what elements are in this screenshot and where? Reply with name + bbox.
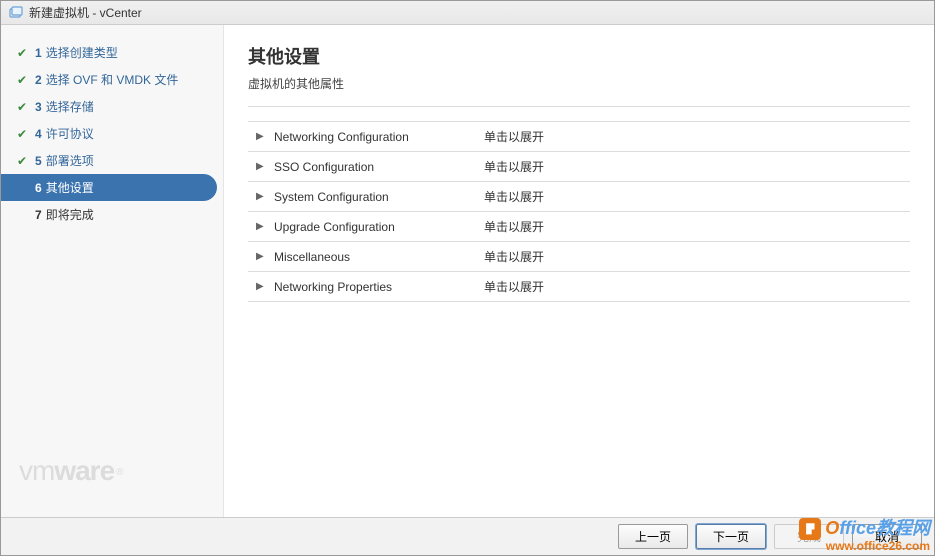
step-label: 其他设置 bbox=[46, 179, 94, 196]
expand-hint: 单击以展开 bbox=[484, 278, 544, 295]
expand-hint: 单击以展开 bbox=[484, 248, 544, 265]
expand-hint: 单击以展开 bbox=[484, 158, 544, 175]
vmware-logo: vmware® bbox=[1, 437, 223, 517]
section-upgrade-configuration[interactable]: ▶ Upgrade Configuration 单击以展开 bbox=[248, 212, 910, 242]
step-label: 选择存储 bbox=[46, 98, 94, 115]
step-label: 许可协议 bbox=[46, 125, 94, 142]
section-miscellaneous[interactable]: ▶ Miscellaneous 单击以展开 bbox=[248, 242, 910, 272]
divider bbox=[248, 106, 910, 107]
next-button[interactable]: 下一页 bbox=[696, 524, 766, 549]
chevron-right-icon: ▶ bbox=[256, 191, 266, 202]
section-label: System Configuration bbox=[274, 190, 484, 204]
step-label: 部署选项 bbox=[46, 152, 94, 169]
titlebar: 新建虚拟机 - vCenter bbox=[1, 1, 934, 25]
finish-button: 完成 bbox=[774, 524, 844, 549]
previous-button[interactable]: 上一页 bbox=[618, 524, 688, 549]
step-number: 1 bbox=[35, 46, 42, 60]
content-panel: 其他设置 虚拟机的其他属性 ▶ Networking Configuration… bbox=[224, 25, 934, 517]
step-5-deploy-options[interactable]: ✔ 5 部署选项 bbox=[1, 147, 223, 174]
step-1-select-create-type[interactable]: ✔ 1 选择创建类型 bbox=[1, 39, 223, 66]
step-3-select-storage[interactable]: ✔ 3 选择存储 bbox=[1, 93, 223, 120]
wizard-steps: ✔ 1 选择创建类型 ✔ 2 选择 OVF 和 VMDK 文件 ✔ 3 选择存储… bbox=[1, 39, 223, 437]
step-label: 选择 OVF 和 VMDK 文件 bbox=[46, 71, 179, 88]
section-system-configuration[interactable]: ▶ System Configuration 单击以展开 bbox=[248, 182, 910, 212]
section-sso-configuration[interactable]: ▶ SSO Configuration 单击以展开 bbox=[248, 152, 910, 182]
cancel-button[interactable]: 取消 bbox=[852, 524, 922, 549]
step-number: 7 bbox=[35, 208, 42, 222]
section-label: Networking Configuration bbox=[274, 130, 484, 144]
step-number: 4 bbox=[35, 127, 42, 141]
section-networking-properties[interactable]: ▶ Networking Properties 单击以展开 bbox=[248, 272, 910, 302]
wizard-sidebar: ✔ 1 选择创建类型 ✔ 2 选择 OVF 和 VMDK 文件 ✔ 3 选择存储… bbox=[1, 25, 224, 517]
step-6-additional-settings[interactable]: ✔ 6 其他设置 bbox=[1, 174, 217, 201]
chevron-right-icon: ▶ bbox=[256, 131, 266, 142]
window-title: 新建虚拟机 - vCenter bbox=[29, 4, 142, 21]
step-2-select-ovf-vmdk[interactable]: ✔ 2 选择 OVF 和 VMDK 文件 bbox=[1, 66, 223, 93]
settings-accordion: ▶ Networking Configuration 单击以展开 ▶ SSO C… bbox=[248, 121, 910, 302]
step-number: 3 bbox=[35, 100, 42, 114]
section-label: SSO Configuration bbox=[274, 160, 484, 174]
check-icon: ✔ bbox=[15, 100, 29, 114]
chevron-right-icon: ▶ bbox=[256, 161, 266, 172]
check-icon: ✔ bbox=[15, 73, 29, 87]
new-vm-icon bbox=[9, 6, 23, 20]
step-label: 即将完成 bbox=[46, 206, 94, 223]
check-icon: ✔ bbox=[15, 127, 29, 141]
page-title: 其他设置 bbox=[248, 43, 910, 69]
expand-hint: 单击以展开 bbox=[484, 218, 544, 235]
check-icon: ✔ bbox=[15, 154, 29, 168]
step-label: 选择创建类型 bbox=[46, 44, 118, 61]
step-4-license-agreement[interactable]: ✔ 4 许可协议 bbox=[1, 120, 223, 147]
section-label: Miscellaneous bbox=[274, 250, 484, 264]
section-label: Networking Properties bbox=[274, 280, 484, 294]
section-networking-configuration[interactable]: ▶ Networking Configuration 单击以展开 bbox=[248, 122, 910, 152]
section-label: Upgrade Configuration bbox=[274, 220, 484, 234]
step-number: 5 bbox=[35, 154, 42, 168]
chevron-right-icon: ▶ bbox=[256, 281, 266, 292]
chevron-right-icon: ▶ bbox=[256, 251, 266, 262]
check-icon: ✔ bbox=[15, 46, 29, 60]
main-area: ✔ 1 选择创建类型 ✔ 2 选择 OVF 和 VMDK 文件 ✔ 3 选择存储… bbox=[1, 25, 934, 517]
expand-hint: 单击以展开 bbox=[484, 188, 544, 205]
wizard-footer: 上一页 下一页 完成 取消 bbox=[1, 517, 934, 555]
step-number: 6 bbox=[35, 181, 42, 195]
step-number: 2 bbox=[35, 73, 42, 87]
page-subtitle: 虚拟机的其他属性 bbox=[248, 75, 910, 92]
step-7-ready-to-complete: ✔ 7 即将完成 bbox=[1, 201, 223, 228]
expand-hint: 单击以展开 bbox=[484, 128, 544, 145]
chevron-right-icon: ▶ bbox=[256, 221, 266, 232]
